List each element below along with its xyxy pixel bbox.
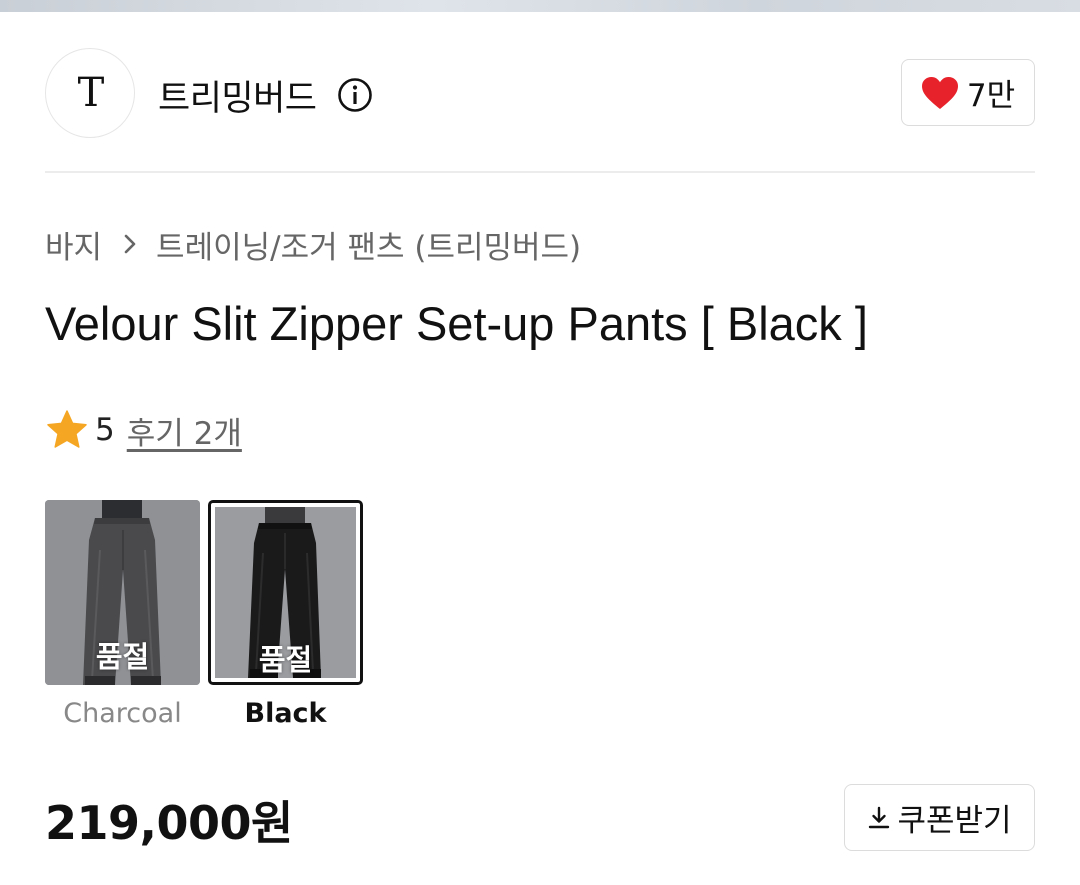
brand-header: T 트리밍버드 7만	[45, 48, 1035, 138]
brand-logo-text: T	[77, 70, 105, 116]
color-option-black[interactable]: 품절 Black	[208, 500, 363, 732]
star-icon	[47, 410, 87, 448]
sold-out-badge: 품절	[95, 640, 150, 674]
top-edge	[0, 0, 1080, 12]
info-icon[interactable]	[337, 77, 373, 113]
download-icon	[869, 806, 890, 828]
brand-name[interactable]: 트리밍버드	[158, 70, 317, 121]
sold-out-badge: 품절	[258, 643, 313, 677]
like-count: 7만	[966, 78, 1016, 114]
color-option-label: Black	[244, 698, 327, 729]
color-option-image: 품절	[45, 500, 200, 685]
rating-row: 5 후기 2개	[45, 408, 242, 452]
breadcrumb-item-subcategory[interactable]: 트레이닝/조거 팬츠 (트리밍버드)	[156, 222, 581, 267]
divider	[45, 171, 1035, 173]
breadcrumb: 바지 트레이닝/조거 팬츠 (트리밍버드)	[45, 222, 581, 266]
color-option-charcoal[interactable]: 품절 Charcoal	[45, 500, 200, 732]
color-option-label: Charcoal	[63, 698, 182, 729]
rating-score: 5	[95, 412, 115, 448]
like-button[interactable]: 7만	[901, 59, 1035, 126]
breadcrumb-item-category[interactable]: 바지	[45, 222, 102, 267]
heart-icon	[921, 76, 958, 109]
coupon-download-button[interactable]: 쿠폰받기	[844, 784, 1035, 851]
review-count-link[interactable]: 후기 2개	[127, 408, 242, 453]
product-price: 219,000원	[45, 796, 293, 850]
product-title: Velour Slit Zipper Set-up Pants [ Black …	[45, 297, 868, 350]
chevron-right-icon	[124, 234, 136, 254]
brand-logo[interactable]: T	[45, 48, 135, 138]
color-option-image-selected: 품절	[208, 500, 363, 685]
coupon-label: 쿠폰받기	[897, 803, 1012, 839]
